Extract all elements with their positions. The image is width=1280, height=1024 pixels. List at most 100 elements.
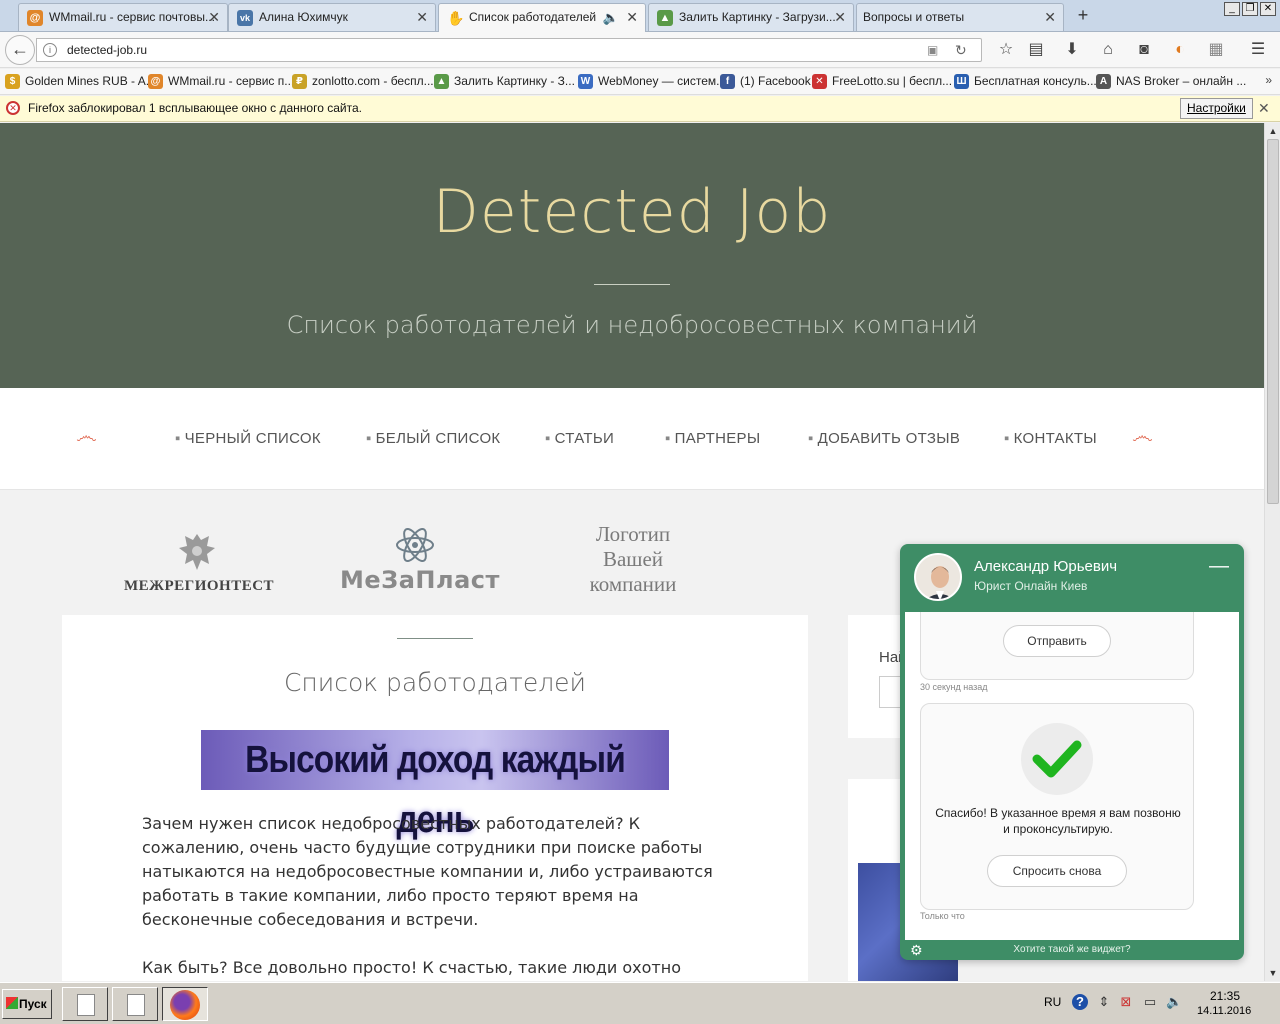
notification-settings-button[interactable]: Настройки [1180,98,1253,119]
taskbar-document-1[interactable] [62,987,108,1021]
menu-item-whitelist[interactable]: ▪ БЕЛЫЙ СПИСОК [366,430,500,447]
close-icon[interactable]: ✕ [834,4,846,31]
tab-vk[interactable]: vk Алина Юхимчук ✕ [228,3,436,31]
menu-item-add-review[interactable]: ▪ ДОБАВИТЬ ОТЗЫВ [808,430,960,447]
download-icon[interactable]: ⬇ [1062,40,1082,60]
logo-placeholder[interactable]: Логотип Вашей компании [568,522,698,597]
start-button[interactable]: Пуск [2,989,52,1019]
menu-item-blacklist[interactable]: ▪ ЧЕРНЫЙ СПИСОК [175,430,321,447]
display-icon[interactable]: ▭ [1142,994,1158,1010]
tab-questions[interactable]: Вопросы и ответы ✕ [856,3,1064,31]
scrollbar-thumb[interactable] [1267,139,1279,504]
menu-item-contacts[interactable]: ▪ КОНТАКТЫ [1004,430,1097,447]
taskbar-firefox[interactable] [162,987,208,1021]
extension-icon[interactable]: ◐ [1170,40,1190,60]
start-label: Пуск [19,997,47,1011]
bookmark-nas-broker[interactable]: A NAS Broker – онлайн ... [1096,74,1246,90]
tab-title: Вопросы и ответы [863,10,965,24]
menu-label: ДОБАВИТЬ ОТЗЫВ [817,430,961,447]
bookmark-wmmail[interactable]: @ WMmail.ru - сервис п... [148,74,294,90]
reload-icon[interactable]: ↻ [955,42,971,58]
close-window-button[interactable]: ✕ [1260,2,1276,16]
bookmark-webmoney[interactable]: W WebMoney — систем... [578,74,726,90]
logo-mezaplast[interactable]: МеЗаПласт [340,524,500,594]
get-widget-link[interactable]: Хотите такой же виджет? [900,944,1244,955]
volume-icon[interactable]: 🔈 [1166,994,1182,1010]
hand-icon: ✋ [447,10,465,26]
close-icon[interactable]: ✕ [208,4,220,31]
chat-confirmation-text: Спасибо! В указанное время я вам позвоню… [935,806,1181,836]
bullet-icon: ▪ [665,430,671,447]
bookmark-facebook[interactable]: f (1) Facebook [720,74,811,90]
scroll-up-icon[interactable]: ▲ [1265,123,1280,139]
help-icon[interactable]: ? [1072,994,1088,1010]
logo-text: МеЗаПласт [340,566,500,594]
tab-title: WMmail.ru - сервис почтовы... [49,10,215,24]
article-paragraph: Как быть? Все довольно просто! К счастью… [142,958,681,977]
article: Список работодателей Высокий доход кажды… [62,615,808,981]
close-icon[interactable]: ✕ [1044,4,1056,31]
send-button[interactable]: Отправить [1003,625,1111,657]
back-button[interactable]: ← [5,35,35,65]
divider [594,284,670,285]
info-icon[interactable]: i [43,43,57,57]
menu-icon[interactable]: ☰ [1248,40,1268,60]
reading-list-icon[interactable]: ▤ [1026,40,1046,60]
minimize-chat-button[interactable]: — [1208,556,1230,578]
bookmark-freelotto[interactable]: ✕ FreeLotto.su | беспл... [812,74,952,90]
url-text[interactable]: detected-job.ru [67,43,147,57]
flourish-right-icon: ෴ [1132,424,1153,449]
at-icon: @ [148,74,163,89]
tab-upload-image[interactable]: ▲ Залить Картинку - Загрузи... ✕ [648,3,854,31]
image-icon: ▲ [657,10,673,26]
close-icon[interactable]: ✕ [1258,100,1270,117]
language-indicator[interactable]: RU [1044,995,1061,1009]
tray-expand-icon[interactable]: ⇕ [1096,994,1112,1010]
network-icon[interactable]: ⊠ [1118,994,1134,1010]
ad-banner[interactable]: Высокий доход каждый день [201,730,669,841]
home-icon[interactable]: ⌂ [1098,40,1118,60]
chat-agent-name: Александр Юрьевич [974,558,1118,575]
logo-mezhregiontest[interactable]: МЕЖРЕГИОНТЕСТ [124,530,274,595]
chat-messages[interactable]: Отправить 30 секунд назад Спасибо! В ука… [905,612,1239,940]
star-icon[interactable]: ☆ [996,40,1016,60]
page-scrollbar[interactable]: ▲ ▼ [1264,123,1280,981]
close-icon[interactable]: ✕ [626,4,638,31]
chat-widget: Александр Юрьевич Юрист Онлайн Киев — От… [900,544,1244,960]
restore-window-button[interactable]: ❐ [1242,2,1258,16]
ask-again-button[interactable]: Спросить снова [987,855,1127,887]
reader-view-icon[interactable]: ▣ [927,43,941,57]
clock-time[interactable]: 21:35 [1210,989,1240,1003]
taskbar-document-2[interactable] [112,987,158,1021]
blocked-icon: ✕ [6,101,20,115]
bookmark-zonlotto[interactable]: ₽ zonlotto.com - беспл... [292,74,434,90]
scroll-down-icon[interactable]: ▼ [1265,965,1280,981]
navigation-toolbar: ← i detected-job.ru ▣ ↻ ☆ ▤ ⬇ ⌂ ◙ ◐ ▦ ☰ [0,32,1280,68]
tab-title: Алина Юхимчук [259,10,348,24]
message-timestamp: 30 секунд назад [920,682,988,692]
tab-wmmail[interactable]: @ WMmail.ru - сервис почтовы... ✕ [18,3,228,31]
article-paragraph: Зачем нужен список недобросовестных рабо… [142,814,713,929]
menu-item-partners[interactable]: ▪ ПАРТНЕРЫ [665,430,760,447]
tab-employers[interactable]: ✋ Список работодателей 🔈 ✕ [438,3,646,32]
site-title[interactable]: Detected Job [0,177,1264,247]
new-tab-button[interactable]: + [1072,5,1094,27]
bookmarks-overflow-button[interactable]: » [1265,73,1272,87]
menu-item-articles[interactable]: ▪ СТАТЬИ [545,430,614,447]
seo-extension-icon[interactable]: ▦ [1206,40,1226,60]
bookmark-golden-mines[interactable]: $ Golden Mines RUB - A... [5,74,156,90]
image-icon: ▲ [434,74,449,89]
bookmark-upload-image[interactable]: ▲ Залить Картинку - З... [434,74,575,90]
speaker-icon[interactable]: 🔈 [603,4,619,31]
bullet-icon: ▪ [366,430,372,447]
flourish-left-icon: ෴ [76,424,97,449]
site-header: Detected Job Список работодателей и недо… [0,123,1264,388]
avatar [914,553,962,601]
bookmark-consultation[interactable]: Ш Бесплатная консуль... [954,74,1097,90]
url-bar[interactable]: i detected-job.ru ▣ ↻ [36,38,982,62]
minimize-window-button[interactable]: _ [1224,2,1240,16]
close-icon[interactable]: ✕ [416,4,428,31]
clock-date[interactable]: 14.11.2016 [1197,1005,1251,1017]
bullet-icon: ▪ [1004,430,1010,447]
pocket-icon[interactable]: ◙ [1134,40,1154,60]
